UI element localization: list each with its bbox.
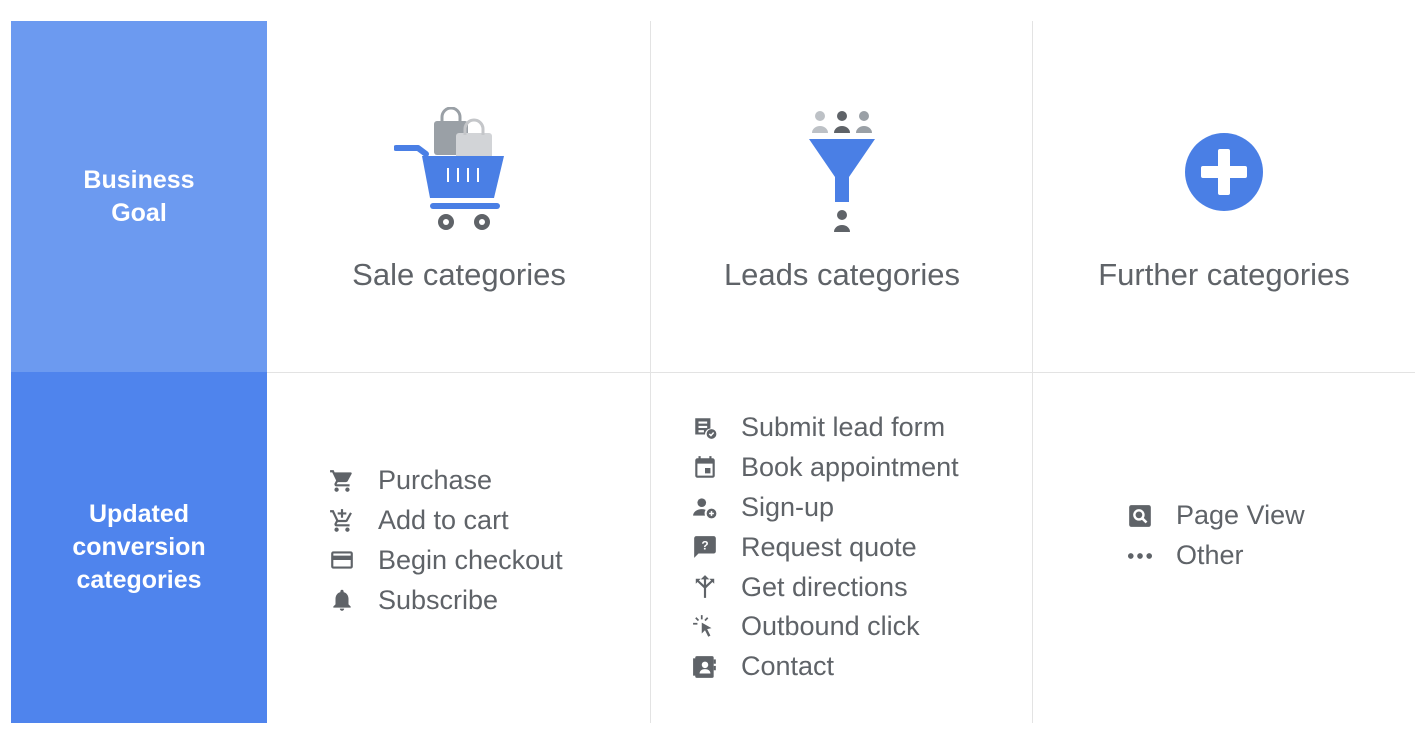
list-item-label: Begin checkout [378,544,563,575]
list-item: Begin checkout [329,541,563,581]
list-item-label: Subscribe [378,584,499,615]
directions-icon [692,574,718,600]
list-item-label: Page View [1176,500,1305,531]
list-item-label: Sign-up [741,491,835,522]
goal-title-sale: Sale categories [352,257,566,292]
list-item: Subscribe [329,580,563,620]
leads-category-list: Submit lead form Book appointment Sign-u… [692,408,959,687]
list-item: Contact [692,647,959,687]
further-category-list: Page View Other [1127,496,1305,576]
add-to-cart-icon [329,508,355,534]
list-item-label: Purchase [378,465,493,496]
list-item: Other [1127,536,1305,576]
list-item-label: Other [1176,540,1244,571]
goal-title-leads: Leads categories [723,257,961,292]
shopping-cart-icon [394,107,504,230]
list-item-label: Book appointment [741,452,959,483]
person-add-icon [692,494,718,520]
list-item: Add to cart [329,501,563,541]
contact-card-icon [692,654,718,680]
row-header-updated-categories: Updated conversion categories [11,372,267,723]
row-divider [267,372,1415,373]
list-item-label: Submit lead form [741,412,946,443]
list-item: Submit lead form [692,408,959,448]
list-item: Sign-up [692,488,959,528]
pointer-click-icon [692,614,718,640]
list-item-label: Request quote [741,531,917,562]
page-search-icon [1127,503,1153,529]
goal-title-further: Further categories [1098,257,1350,292]
svg-text:?: ? [701,539,708,553]
list-item: Page View [1127,496,1305,536]
goal-sale: Sale categories [268,21,650,372]
list-item-label: Contact [741,651,835,682]
funnel-icon [809,111,875,232]
list-item: ? Request quote [692,527,959,567]
list-item: Outbound click [692,607,959,647]
list-item: Purchase [329,461,563,501]
list-item: Book appointment [692,448,959,488]
list-item-label: Add to cart [378,505,509,536]
form-check-icon [692,415,718,441]
goal-leads: Leads categories [651,21,1033,372]
list-item-label: Outbound click [741,611,920,642]
plus-circle-icon [1185,133,1263,211]
cart-icon [329,468,355,494]
list-item-label: Get directions [741,571,908,602]
goal-further: Further categories [1033,21,1415,372]
sale-category-list: Purchase Add to cart Begin checkout Subs… [329,461,563,620]
bell-icon [329,587,355,613]
more-dots-icon [1127,543,1153,569]
conversion-categories-diagram: Business Goal Updated conversion categor… [0,0,1426,746]
credit-card-icon [329,547,355,573]
list-item: Get directions [692,567,959,607]
row-header-business-goal: Business Goal [11,21,267,372]
calendar-icon [692,455,718,481]
question-bubble-icon: ? [692,534,718,560]
